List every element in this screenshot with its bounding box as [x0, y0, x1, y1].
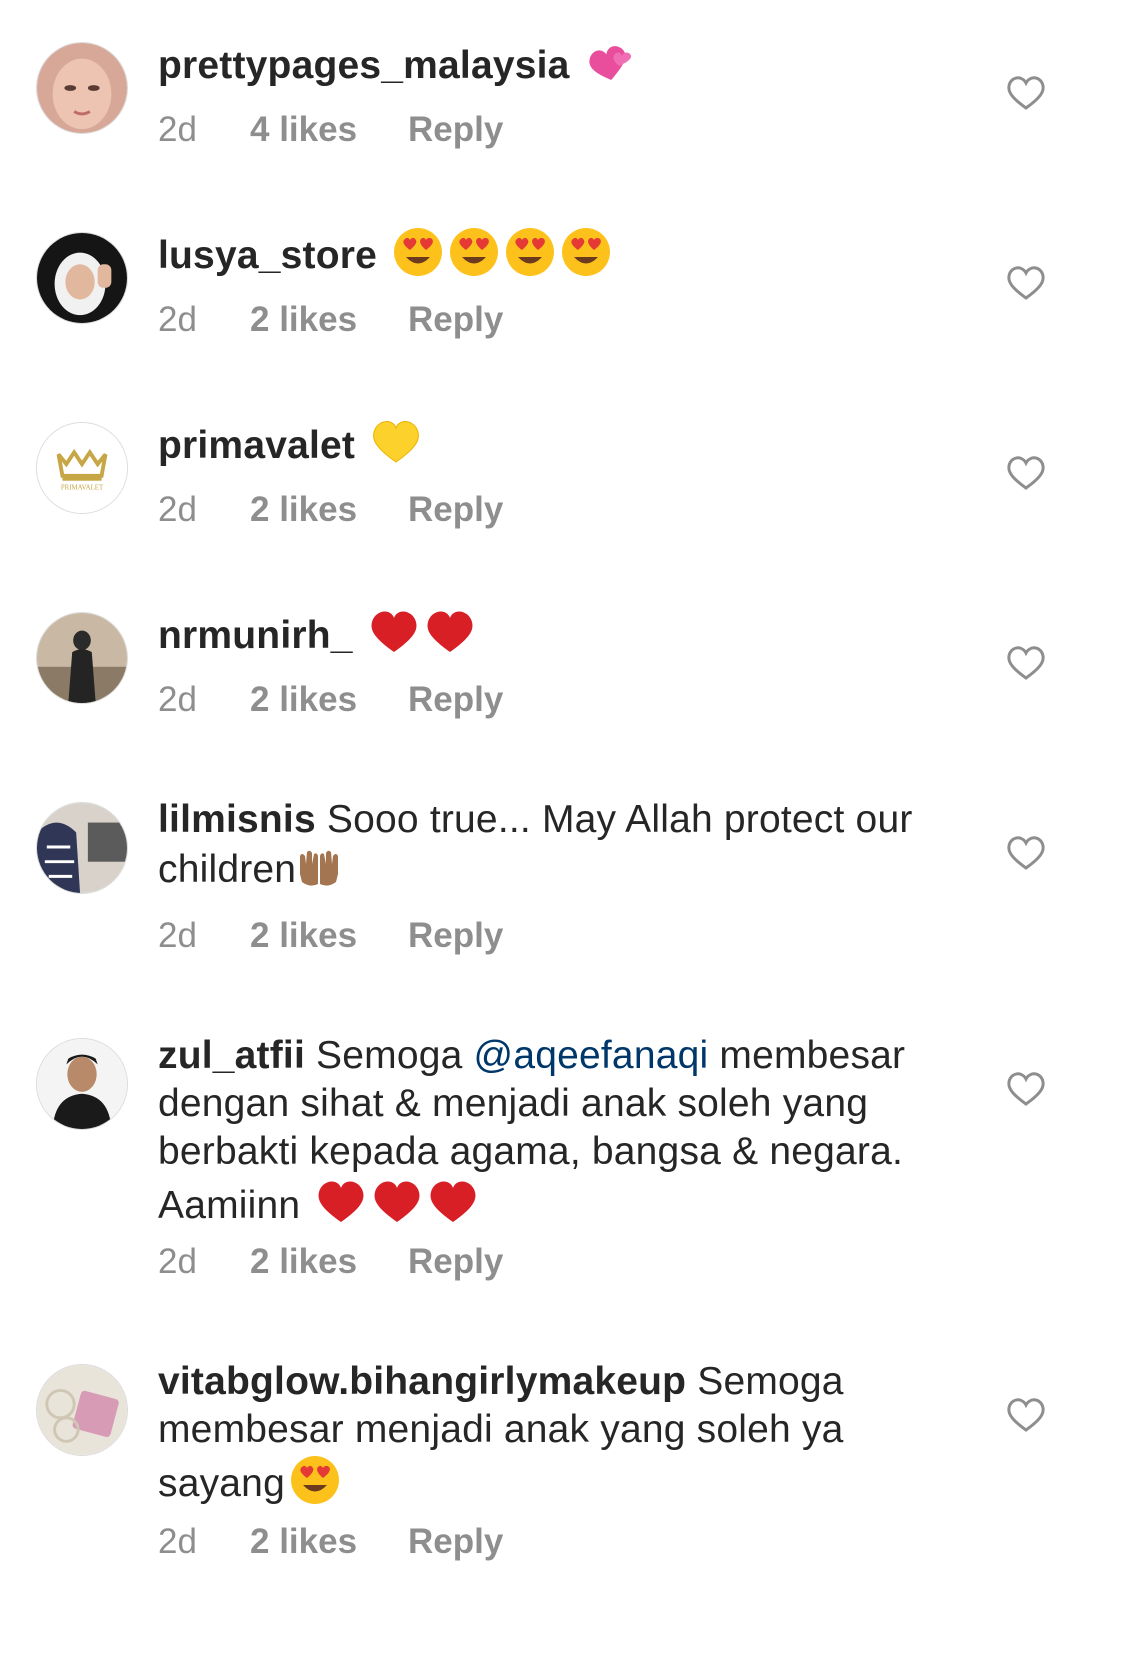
reply-button[interactable]: Reply [408, 1242, 503, 1282]
like-button[interactable] [1006, 645, 1046, 681]
palms-up-emoji-icon [300, 850, 339, 886]
reply-button[interactable]: Reply [408, 490, 503, 530]
avatar[interactable] [36, 1038, 128, 1130]
reply-button[interactable]: Reply [408, 110, 503, 150]
two-hearts-icon [589, 46, 631, 80]
comment-time: 2d [158, 490, 197, 529]
like-button[interactable] [1006, 455, 1046, 491]
heart-eyes-emoji-icon [562, 228, 611, 276]
red-heart-emoji-icon [318, 1181, 364, 1222]
avatar[interactable] [36, 612, 128, 704]
avatar[interactable] [36, 232, 128, 324]
comment-time: 2d [158, 1242, 197, 1281]
heart-outline-icon [1007, 76, 1045, 110]
yellow-heart-emoji-icon [373, 421, 420, 463]
comment-time: 2d [158, 300, 197, 339]
username[interactable]: primavalet [158, 424, 355, 467]
comment-time: 2d [158, 680, 197, 719]
username[interactable]: prettypages_malaysia [158, 44, 570, 87]
heart-outline-icon [1007, 1072, 1045, 1106]
avatar[interactable] [36, 1364, 128, 1456]
heart-eyes-emoji-icon [450, 228, 499, 276]
comment-time: 2d [158, 110, 197, 149]
heart-eyes-emoji-icon [394, 228, 443, 276]
avatar[interactable]: PRIMAVALET [36, 422, 128, 514]
heart-eyes-emoji-icon [290, 1456, 339, 1504]
heart-outline-icon [1007, 836, 1045, 870]
red-heart-emoji-icon [374, 1181, 420, 1222]
heart-outline-icon [1007, 266, 1045, 300]
reply-button[interactable]: Reply [408, 916, 503, 956]
heart-outline-icon [1007, 456, 1045, 490]
heart-outline-icon [1007, 1398, 1045, 1432]
like-button[interactable] [1006, 1071, 1046, 1107]
username[interactable]: zul_atfii [158, 1034, 305, 1077]
reply-button[interactable]: Reply [408, 1522, 503, 1562]
red-heart-emoji-icon [427, 611, 473, 652]
heart-eyes-emoji-icon [506, 228, 555, 276]
reply-button[interactable]: Reply [408, 300, 503, 340]
primavalet-logo: PRIMAVALET [61, 485, 104, 492]
avatar[interactable] [36, 802, 128, 894]
mention-link[interactable]: @aqeefanaqi [474, 1034, 709, 1077]
comment-text: Semoga [316, 1034, 463, 1077]
like-button[interactable] [1006, 835, 1046, 871]
comment-time: 2d [158, 916, 197, 955]
reply-button[interactable]: Reply [408, 680, 503, 720]
username[interactable]: lilmisnis [158, 798, 316, 841]
comment-time: 2d [158, 1522, 197, 1561]
likes-count[interactable]: 2 likes [250, 916, 408, 956]
like-button[interactable] [1006, 75, 1046, 111]
username[interactable]: nrmunirh_ [158, 614, 353, 657]
likes-count[interactable]: 2 likes [250, 1522, 408, 1562]
avatar[interactable] [36, 42, 128, 134]
username[interactable]: vitabglow.bihangirlymakeup [158, 1360, 686, 1403]
likes-count[interactable]: 2 likes [250, 680, 408, 720]
likes-count[interactable]: 2 likes [250, 300, 408, 340]
like-button[interactable] [1006, 265, 1046, 301]
likes-count[interactable]: 4 likes [250, 110, 408, 150]
heart-outline-icon [1007, 646, 1045, 680]
username[interactable]: lusya_store [158, 234, 377, 277]
likes-count[interactable]: 2 likes [250, 490, 408, 530]
red-heart-emoji-icon [430, 1181, 476, 1222]
red-heart-emoji-icon [371, 611, 417, 652]
like-button[interactable] [1006, 1397, 1046, 1433]
likes-count[interactable]: 2 likes [250, 1242, 408, 1282]
